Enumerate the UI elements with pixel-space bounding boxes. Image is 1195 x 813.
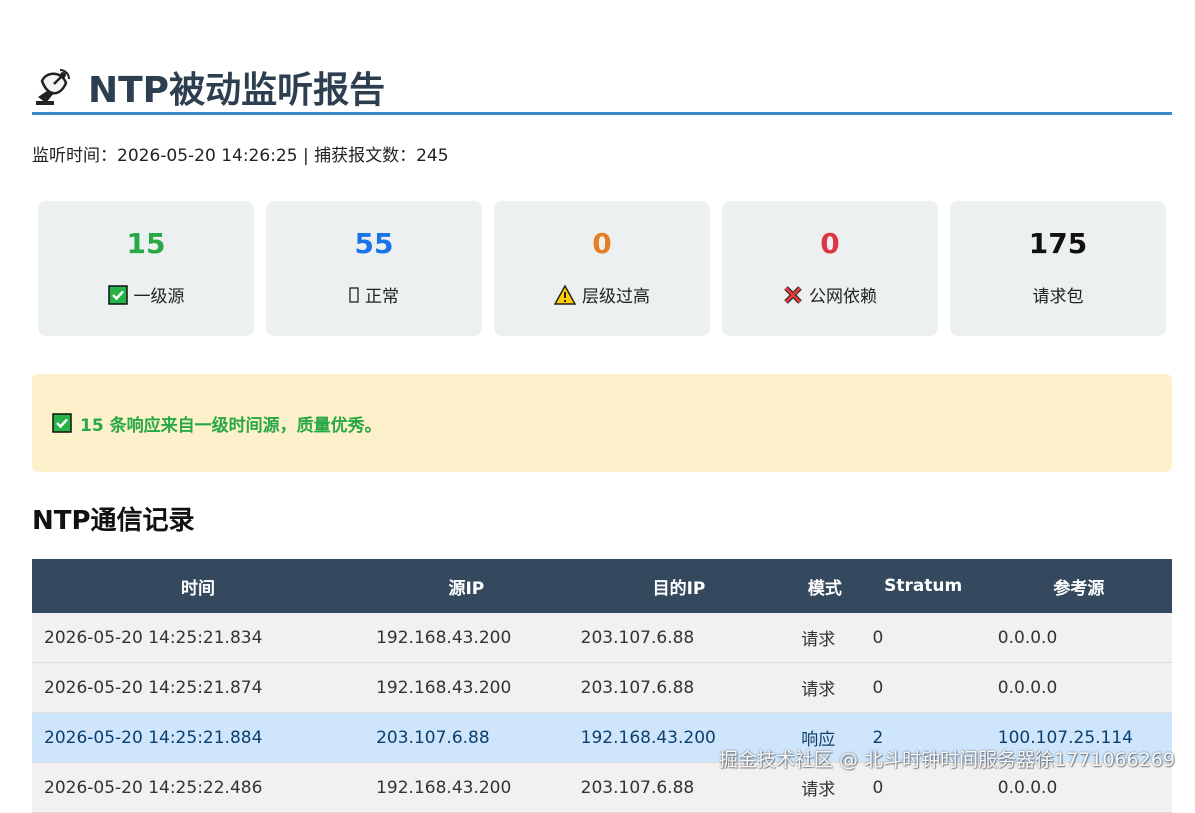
stat-value: 175	[1028, 227, 1088, 260]
stat-label: 公网依赖	[809, 287, 877, 307]
column-header-dst-ip: 目的IP	[568, 559, 790, 613]
check-box-icon	[52, 413, 72, 433]
stats-cards: 15 一级源 55 正常 0 层级过高 0 公网依赖 175 请求包	[32, 201, 1172, 336]
stat-card-stratum-high: 0 层级过高	[494, 201, 710, 336]
stat-label: 一级源	[133, 287, 185, 307]
cell-ref: 0.0.0.0	[985, 613, 1172, 663]
cell-ref: 0.0.0.0	[985, 662, 1172, 713]
table-row: 2026-05-20 14:25:21.834 192.168.43.200 2…	[32, 613, 1172, 663]
stat-value: 0	[820, 227, 840, 260]
table-row: 2026-05-20 14:25:21.874 192.168.43.200 2…	[32, 662, 1172, 713]
stat-label: 请求包	[1032, 287, 1084, 307]
stat-card-normal: 55 正常	[266, 201, 482, 336]
alert-text: 15 条响应来自一级时间源，质量优秀。	[80, 415, 382, 436]
page-title: NTP被动监听报告	[88, 70, 386, 111]
column-header-time: 时间	[32, 559, 365, 613]
capture-meta: 监听时间：2026-05-20 14:26:25 | 捕获报文数：245	[32, 141, 1172, 166]
meta-time-label: 监听时间：	[32, 146, 117, 166]
cell-mode: 请求	[789, 662, 861, 713]
stat-card-public-dependency: 0 公网依赖	[722, 201, 938, 336]
stat-value: 0	[592, 227, 612, 260]
meta-count-label: 捕获报文数：	[314, 146, 417, 166]
cell-stratum: 0	[860, 662, 986, 713]
meta-time: 2026-05-20 14:26:25	[117, 146, 298, 166]
watermark: 掘金技术社区 @ 北斗时钟时间服务器徐1771066269	[719, 749, 1175, 771]
stat-card-stratum1: 15 一级源	[38, 201, 254, 336]
cell-stratum: 0	[860, 613, 986, 663]
column-header-stratum: Stratum	[860, 559, 986, 613]
section-title: NTP通信记录	[32, 506, 195, 536]
cell-src-ip: 203.107.6.88	[364, 712, 569, 763]
cell-time: 2026-05-20 14:25:21.884	[32, 712, 365, 763]
meta-count: 245	[416, 146, 449, 166]
check-box-icon	[107, 284, 128, 305]
column-header-ref: 参考源	[985, 559, 1172, 613]
stat-value: 55	[354, 227, 394, 260]
column-header-src-ip: 源IP	[364, 559, 569, 613]
table-header-row: 时间 源IP 目的IP 模式 Stratum 参考源	[32, 559, 1172, 613]
quality-alert: 15 条响应来自一级时间源，质量优秀。	[32, 374, 1172, 472]
missing-glyph-icon	[349, 286, 359, 303]
cell-time: 2026-05-20 14:25:22.486	[32, 762, 365, 813]
cell-src-ip: 192.168.43.200	[364, 613, 569, 663]
cell-src-ip: 192.168.43.200	[364, 762, 569, 813]
cell-time: 2026-05-20 14:25:21.834	[32, 613, 365, 663]
meta-separator: |	[297, 146, 315, 166]
cell-dst-ip: 203.107.6.88	[568, 662, 790, 713]
cell-dst-ip: 203.107.6.88	[568, 613, 790, 663]
stat-value: 15	[126, 227, 166, 260]
report-page: NTP被动监听报告 监听时间：2026-05-20 14:26:25 | 捕获报…	[32, 0, 1172, 813]
cell-mode: 请求	[789, 613, 861, 663]
cross-icon	[784, 285, 802, 304]
report-header: NTP被动监听报告	[32, 64, 1172, 115]
warning-icon	[554, 284, 576, 305]
stat-label: 层级过高	[582, 287, 650, 307]
ntp-records-table: 时间 源IP 目的IP 模式 Stratum 参考源 2026-05-20 14…	[32, 559, 1172, 813]
cell-time: 2026-05-20 14:25:21.874	[32, 662, 365, 713]
stat-card-requests: 175 请求包	[950, 201, 1166, 336]
column-header-mode: 模式	[789, 559, 861, 613]
cell-src-ip: 192.168.43.200	[364, 662, 569, 713]
satellite-dish-icon	[36, 69, 70, 105]
stat-label: 正常	[365, 287, 399, 307]
